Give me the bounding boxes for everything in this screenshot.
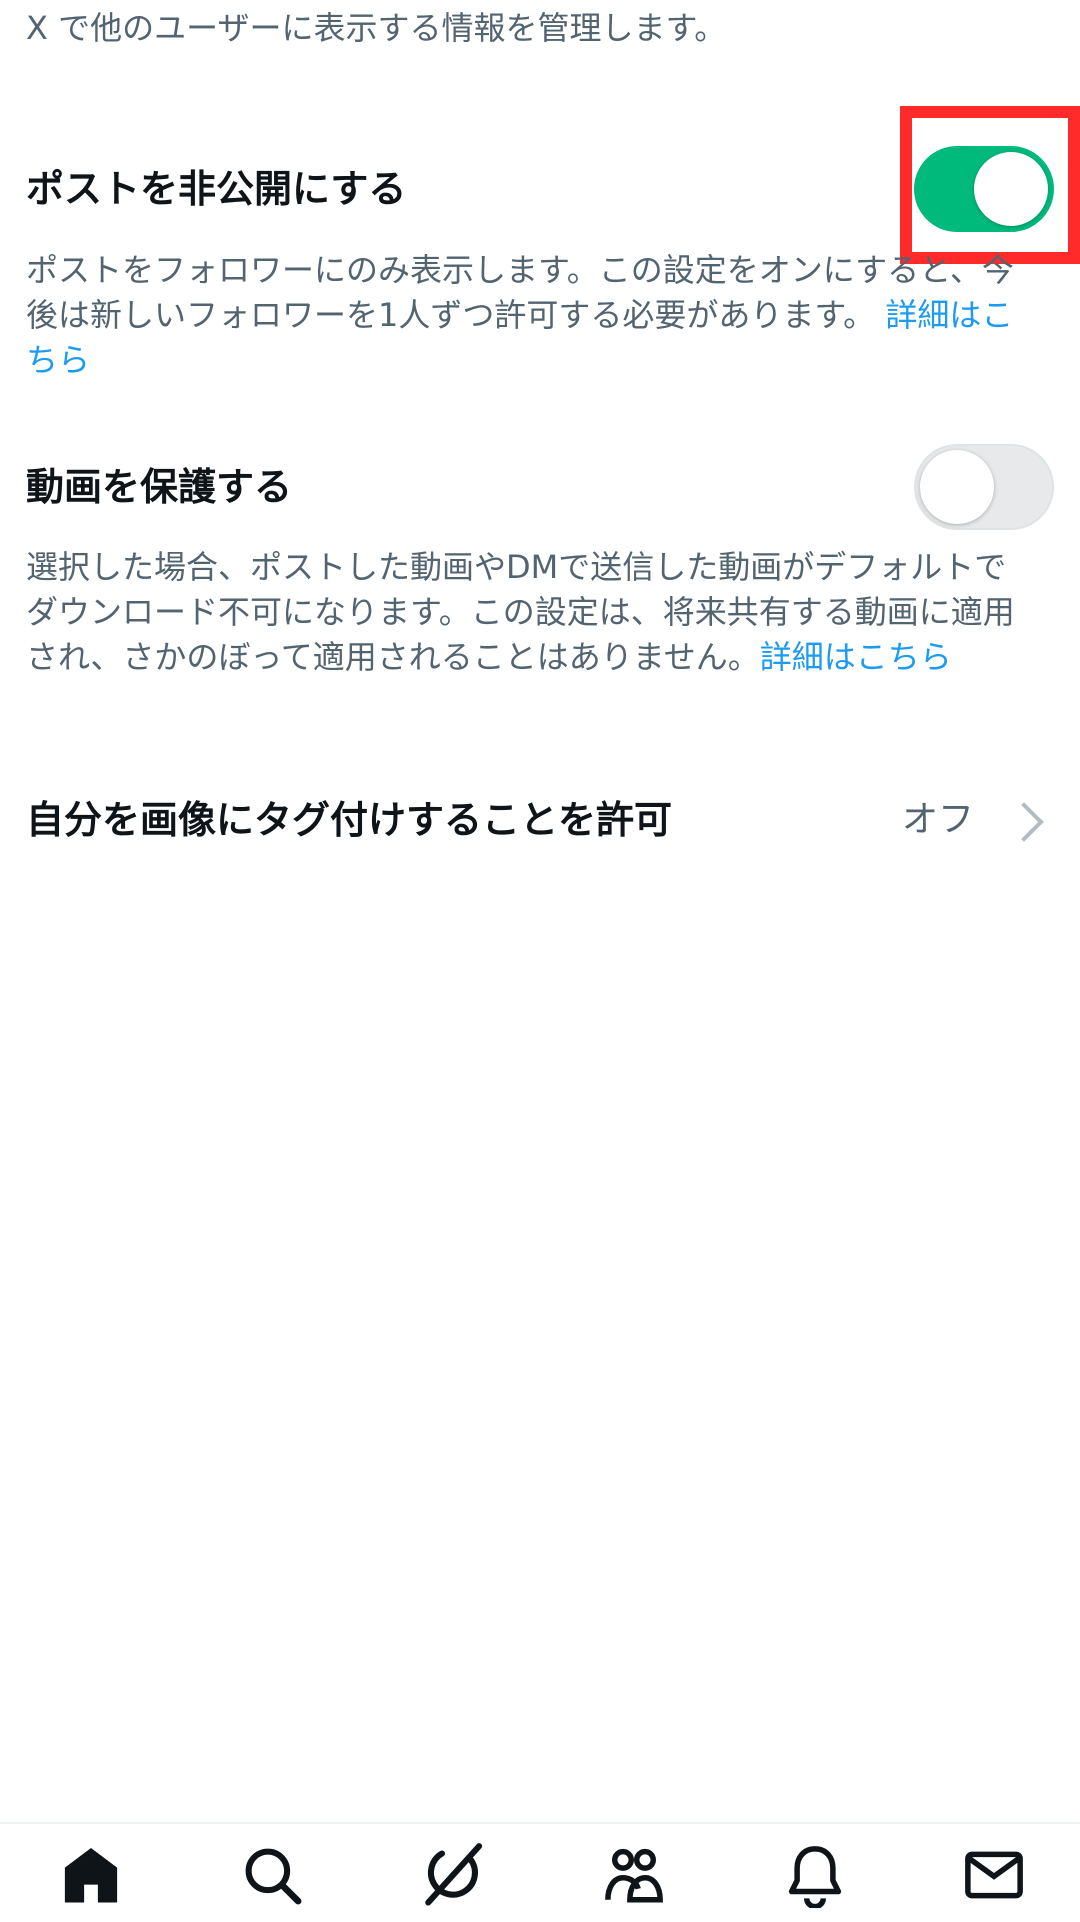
toggle-knob xyxy=(920,450,994,524)
highlight-annotation xyxy=(900,106,1080,264)
messages-icon-graphic xyxy=(965,1851,1023,1899)
bottom-navigation-bar xyxy=(0,1822,1080,1922)
home-icon[interactable] xyxy=(51,1842,131,1922)
messages-icon[interactable] xyxy=(954,1842,1034,1922)
search-icon[interactable] xyxy=(232,1842,312,1922)
protect-posts-description: ポストをフォロワーにのみ表示します。この設定をオンにすると、今後は新しいフォロワ… xyxy=(26,248,1036,383)
intro-text: X で他のユーザーに表示する情報を管理します。 xyxy=(26,9,727,47)
chevron-right-icon[interactable] xyxy=(1004,802,1044,842)
communities-icon[interactable] xyxy=(594,1842,674,1922)
notifications-icon-graphic xyxy=(788,1846,842,1908)
photo-tagging-title[interactable]: 自分を画像にタグ付けすることを許可 xyxy=(26,795,672,845)
grok-icon[interactable] xyxy=(413,1842,493,1922)
protect-videos-toggle[interactable] xyxy=(914,444,1054,530)
communities-icon-graphic xyxy=(605,1848,663,1903)
search-icon-graphic xyxy=(245,1848,302,1905)
protect-posts-desc-text: ポストをフォロワーにのみ表示します。この設定をオンにすると、今後は新しいフォロワ… xyxy=(26,251,1014,334)
protect-posts-title[interactable]: ポストを非公開にする xyxy=(26,164,406,214)
photo-tagging-value[interactable]: オフ xyxy=(902,795,974,845)
notifications-icon[interactable] xyxy=(775,1842,855,1922)
home-icon-graphic xyxy=(64,1848,118,1903)
protect-videos-title[interactable]: 動画を保護する xyxy=(26,462,292,512)
protect-videos-description: 選択した場合、ポストした動画やDMで送信した動画がデフォルトでダウンロード不可に… xyxy=(26,545,1036,680)
grok-icon-graphic xyxy=(425,1843,483,1906)
protect-videos-learn-more-link[interactable]: 詳細はこちら xyxy=(760,638,952,676)
